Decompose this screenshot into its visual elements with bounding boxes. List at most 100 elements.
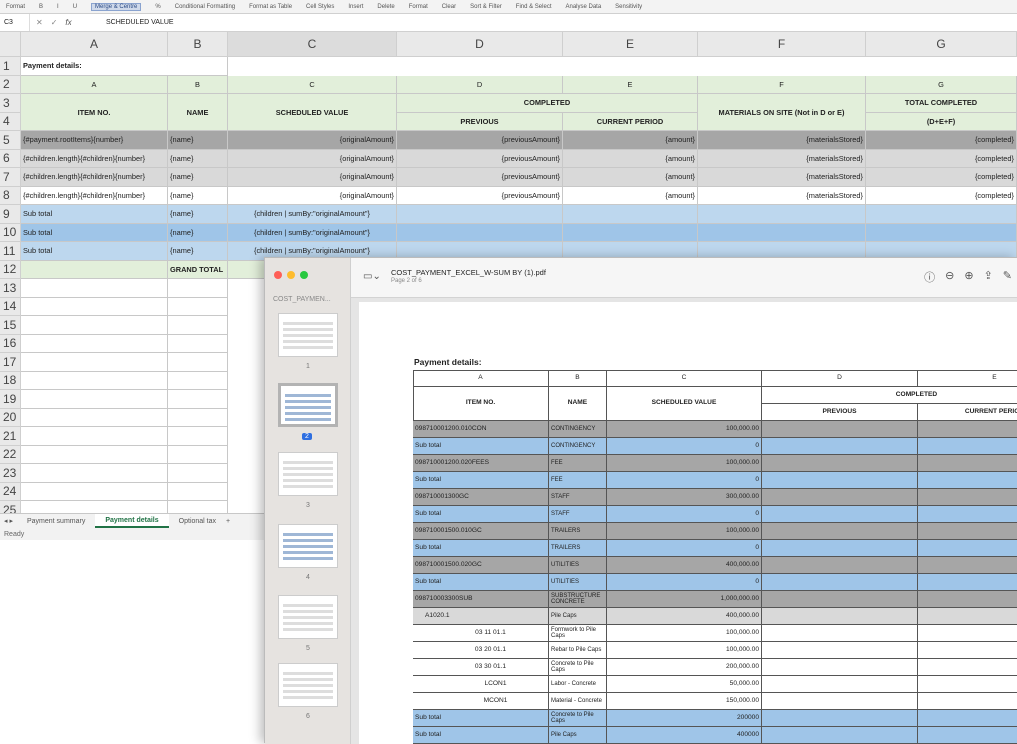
pdf-row-11-d[interactable] (762, 591, 918, 608)
empty-cell[interactable] (168, 408, 228, 427)
empty-cell[interactable] (168, 464, 228, 483)
pdf-row-9-d[interactable] (762, 557, 918, 574)
empty-cell[interactable] (21, 427, 168, 446)
pdf-row-13-d[interactable] (762, 625, 918, 642)
header-previous[interactable]: PREVIOUS (397, 112, 563, 131)
column-header-D[interactable]: D (397, 32, 563, 57)
subtotal-row-1-c6[interactable] (866, 205, 1017, 224)
select-all-corner[interactable] (0, 32, 21, 57)
tab-optional-tax[interactable]: Optional tax (169, 514, 226, 528)
column-header-A[interactable]: A (21, 32, 168, 57)
row-header-4[interactable]: 4 (0, 112, 21, 131)
pdf-row-8-d[interactable] (762, 540, 918, 557)
page-thumbnail-6[interactable] (278, 663, 338, 707)
row-header-3[interactable]: 3 (0, 94, 21, 113)
pdf-row-5-e[interactable]: 15. (918, 489, 1017, 506)
pdf-row-3-c[interactable]: 100,000.00 (607, 455, 762, 472)
pdf-row-3-a[interactable]: 098710001200.020FEES (413, 455, 549, 472)
row-header-19[interactable]: 19 (0, 390, 21, 409)
pdf-row-8-c[interactable]: 0 (607, 540, 762, 557)
empty-cell[interactable] (168, 334, 228, 353)
pdf-row-6-b[interactable]: STAFF (549, 506, 607, 523)
letter-cell-E[interactable]: E (563, 75, 698, 94)
empty-cell[interactable] (21, 353, 168, 372)
column-header-B[interactable]: B (168, 32, 228, 57)
pdf-row-11-a[interactable]: 098710003300SUB (413, 591, 549, 608)
pdf-row-11-b[interactable]: SUBSTRUCTURE CONCRETE (549, 591, 607, 608)
empty-cell[interactable] (21, 390, 168, 409)
data-row-4-e[interactable]: {amount} (563, 186, 698, 205)
pdf-header-item-no[interactable]: ITEM NO. (413, 387, 549, 421)
ribbon-item-6[interactable]: Conditional Formatting (175, 4, 235, 10)
data-row-3-e[interactable]: {amount} (563, 168, 698, 187)
row-header-7[interactable]: 7 (0, 168, 21, 187)
data-row-4-f[interactable]: {materialsStored} (698, 186, 866, 205)
header-materials-on-site[interactable]: MATERIALS ON SITE (Not in D or E) (698, 94, 866, 131)
column-header-G[interactable]: G (866, 32, 1017, 57)
page-thumbnail-1[interactable] (278, 313, 338, 357)
pdf-row-15-b[interactable]: Concrete to Pile Caps (549, 659, 607, 676)
ribbon-item-5[interactable]: % (155, 4, 160, 10)
pdf-row-6-d[interactable] (762, 506, 918, 523)
subtotal-row-2-c4[interactable] (563, 223, 698, 242)
row-header-20[interactable]: 20 (0, 408, 21, 427)
subtotal-row-1-b[interactable]: {name} (168, 205, 228, 224)
ribbon-item-4[interactable]: Merge & Centre (91, 2, 142, 11)
subtotal-row-1-c3[interactable] (397, 205, 563, 224)
tab-payment-summary[interactable]: Payment summary (17, 514, 95, 528)
pdf-row-3-b[interactable]: FEE (549, 455, 607, 472)
sheet-title[interactable]: Payment details: (21, 57, 228, 76)
row-header-12[interactable]: 12 (0, 260, 21, 279)
empty-cell[interactable] (21, 445, 168, 464)
data-row-4-g[interactable]: {completed} (866, 186, 1017, 205)
pdf-row-6-c[interactable]: 0 (607, 506, 762, 523)
pdf-row-15-d[interactable] (762, 659, 918, 676)
header-scheduled-value[interactable]: SCHEDULED VALUE (228, 94, 397, 131)
pdf-row-12-c[interactable]: 400,000.00 (607, 608, 762, 625)
empty-cell[interactable] (168, 445, 228, 464)
pdf-row-16-d[interactable] (762, 676, 918, 693)
pdf-row-12-d[interactable] (762, 608, 918, 625)
row-header-17[interactable]: 17 (0, 353, 21, 372)
zoom-window-button[interactable] (300, 271, 308, 279)
ribbon-item-13[interactable]: Sort & Filter (470, 4, 502, 10)
pdf-letter-D[interactable]: D (762, 370, 918, 387)
subtotal-row-2-c3[interactable] (397, 223, 563, 242)
data-row-2-d[interactable]: {previousAmount} (397, 149, 563, 168)
pdf-row-4-b[interactable]: FEE (549, 472, 607, 489)
row-header-1[interactable]: 1 (0, 57, 21, 76)
data-row-4-c[interactable]: {originalAmount} (228, 186, 397, 205)
pdf-row-10-a[interactable]: Sub total (413, 574, 549, 591)
pdf-row-1-c[interactable]: 100,000.00 (607, 421, 762, 438)
row-header-22[interactable]: 22 (0, 445, 21, 464)
row-header-18[interactable]: 18 (0, 371, 21, 390)
header-current-period[interactable]: CURRENT PERIOD (563, 112, 698, 131)
pdf-row-13-e[interactable]: 100. (918, 625, 1017, 642)
row-header-11[interactable]: 11 (0, 242, 21, 261)
subtotal-row-2-a[interactable]: Sub total (21, 223, 168, 242)
ribbon-item-10[interactable]: Delete (377, 4, 394, 10)
pdf-header-name[interactable]: NAME (549, 387, 607, 421)
header-name[interactable]: NAME (168, 94, 228, 131)
pdf-row-9-a[interactable]: 098710001500.020GC (413, 557, 549, 574)
header-total-completed[interactable]: TOTAL COMPLETED (866, 94, 1017, 113)
subtotal-row-1-a[interactable]: Sub total (21, 205, 168, 224)
header-completed[interactable]: COMPLETED (397, 94, 698, 113)
pdf-row-17-b[interactable]: Material - Concrete (549, 693, 607, 710)
pdf-row-19-b[interactable]: Pile Caps (549, 727, 607, 744)
empty-cell[interactable] (21, 279, 168, 298)
pdf-row-9-c[interactable]: 400,000.00 (607, 557, 762, 574)
ribbon-item-12[interactable]: Clear (442, 4, 456, 10)
subtotal-row-2-c[interactable]: {children | sumBy:"originalAmount"} (228, 223, 397, 242)
data-row-1-g[interactable]: {completed} (866, 131, 1017, 150)
close-window-button[interactable] (274, 271, 282, 279)
cancel-icon[interactable]: ✕ (36, 18, 43, 27)
subtotal-row-1-c5[interactable] (698, 205, 866, 224)
pdf-row-14-c[interactable]: 100,000.00 (607, 642, 762, 659)
data-row-3-b[interactable]: {name} (168, 168, 228, 187)
pdf-row-13-a[interactable]: 03 11 01.1 (413, 625, 549, 642)
data-row-1-f[interactable]: {materialsStored} (698, 131, 866, 150)
pdf-row-11-e[interactable]: 550. (918, 591, 1017, 608)
page-thumbnail-4[interactable] (278, 524, 338, 568)
row-header-10[interactable]: 10 (0, 223, 21, 242)
